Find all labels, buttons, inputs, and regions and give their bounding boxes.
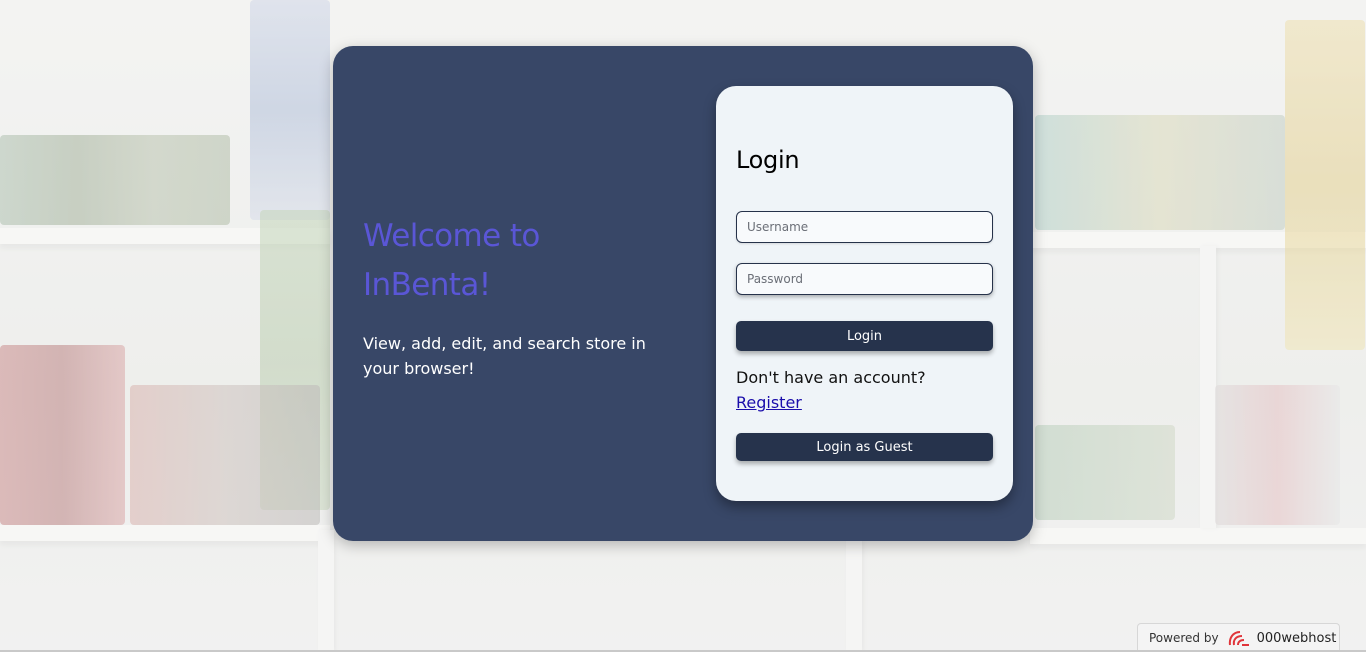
login-as-guest-button[interactable]: Login as Guest — [736, 433, 993, 461]
powered-by-label: Powered by — [1149, 631, 1219, 645]
welcome-card: Welcome to InBenta! View, add, edit, and… — [333, 46, 1033, 541]
no-account-text: Don't have an account? — [736, 368, 926, 387]
login-title: Login — [736, 146, 800, 174]
register-link[interactable]: Register — [736, 393, 802, 412]
password-input[interactable] — [736, 263, 993, 295]
login-panel: Login Login Don't have an account? Regis… — [716, 86, 1013, 501]
welcome-description: View, add, edit, and search store in you… — [363, 334, 646, 378]
login-button[interactable]: Login — [736, 321, 993, 351]
host-name: 000webhost — [1256, 630, 1337, 646]
username-input[interactable] — [736, 211, 993, 243]
000webhost-logo-icon — [1228, 631, 1249, 646]
powered-by-badge[interactable]: Powered by 000webhost — [1137, 623, 1340, 652]
welcome-heading: Welcome to InBenta! — [363, 218, 540, 303]
